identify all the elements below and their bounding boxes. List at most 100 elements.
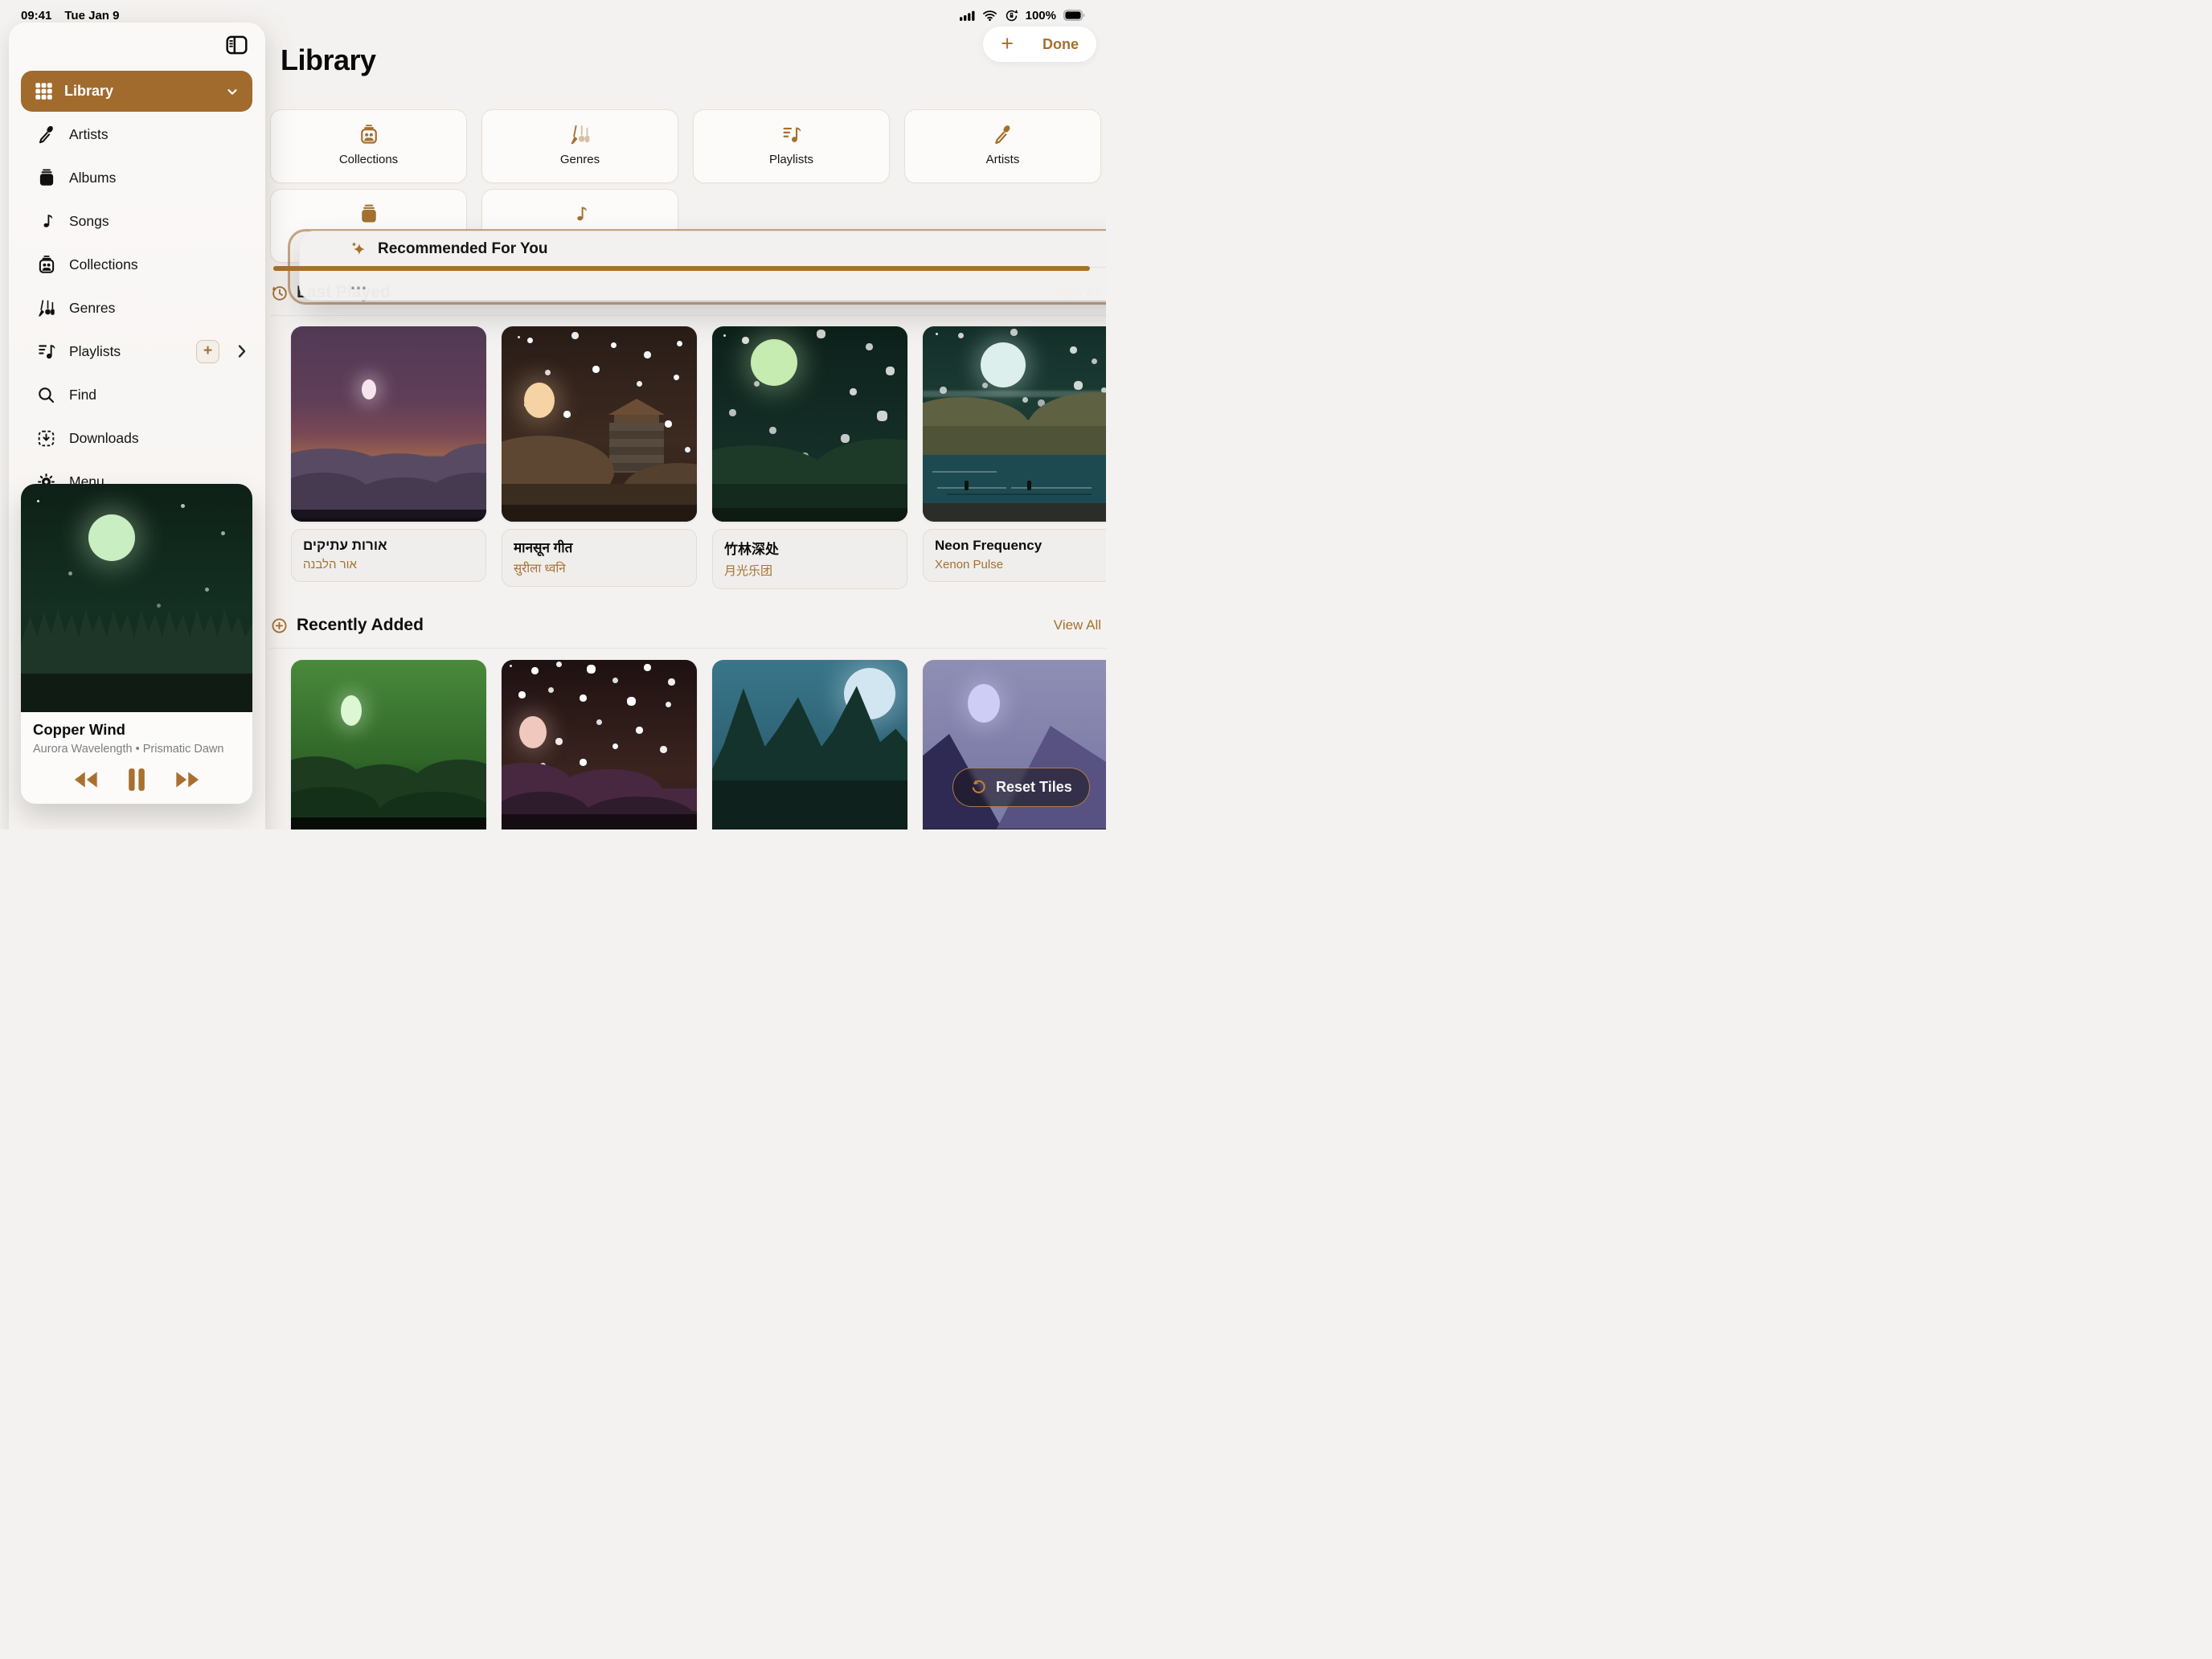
sidebar-item-downloads[interactable]: Downloads [9, 416, 265, 460]
album-art [923, 326, 1106, 522]
status-time: 09:41 [21, 9, 51, 23]
page-title: Library [281, 43, 376, 77]
music-note-icon [570, 202, 591, 226]
album-art [712, 660, 907, 830]
playlist-icon [780, 122, 803, 146]
moon [362, 379, 376, 399]
sidebar-list: Artists Albums Songs Collections Genres … [9, 113, 265, 503]
genres-icon [568, 122, 592, 146]
view-all-recently-added[interactable]: View All [1054, 617, 1101, 633]
now-playing-card[interactable]: Copper Wind Aurora Wavelength • Prismati… [21, 484, 252, 804]
library-dropdown-button[interactable]: Library [21, 71, 252, 112]
tile-genres[interactable]: Genres [481, 109, 678, 183]
sidebar-item-songs[interactable]: Songs [9, 199, 265, 243]
ground [21, 674, 252, 712]
chevron-right-icon[interactable] [236, 344, 248, 358]
genres-icon [35, 297, 57, 319]
album-label: मानसून गीत सुरीला ध्वनि [502, 529, 697, 587]
previous-track-button[interactable] [72, 771, 98, 789]
reset-tiles-button[interactable]: Reset Tiles [952, 768, 1090, 807]
moon [751, 339, 797, 386]
pagoda-roof [604, 399, 669, 415]
moon [524, 383, 555, 418]
water-line [937, 487, 1006, 489]
album-art [291, 660, 486, 830]
chevron-down-icon [225, 84, 240, 99]
sidebar-item-albums[interactable]: Albums [9, 156, 265, 199]
tile-artists[interactable]: Artists [904, 109, 1101, 183]
album-card[interactable]: 竹林深处 月光乐团 [712, 326, 907, 589]
now-playing-art [21, 484, 252, 712]
album-label: Neon Frequency Xenon Pulse [923, 529, 1106, 582]
dragged-tile-title: Recommended For You [378, 240, 548, 258]
music-note-icon [35, 211, 57, 232]
done-button[interactable]: Done [1043, 36, 1079, 53]
reset-label: Reset Tiles [996, 779, 1072, 796]
sidebar-item-genres[interactable]: Genres [9, 286, 265, 330]
album-title: אורות עתיקים [303, 538, 474, 554]
stars [723, 334, 726, 337]
microphone-icon [992, 122, 1014, 146]
album-card[interactable] [291, 660, 486, 830]
sidebar-item-artists[interactable]: Artists [9, 113, 265, 156]
sidebar-toggle-icon[interactable] [226, 35, 248, 55]
section-divider [270, 315, 1106, 316]
tile-collections[interactable]: Collections [270, 109, 467, 183]
sidebar-item-find[interactable]: Find [9, 373, 265, 416]
battery-percent: 100% [1026, 9, 1056, 23]
albums-icon [358, 202, 380, 226]
ellipsis-label: … [300, 268, 1106, 299]
toolbar-pill: + Done [983, 27, 1096, 62]
sidebar-item-label: Find [69, 387, 248, 403]
collections-icon [358, 122, 380, 146]
section-divider [270, 648, 1106, 649]
stars [37, 500, 39, 502]
add-tile-button[interactable]: + [1001, 33, 1014, 55]
sidebar-item-label: Collections [69, 256, 248, 273]
tile-grid-row-1: Collections Genres Playlists Artists [270, 109, 1101, 183]
microphone-icon [35, 124, 57, 145]
grid-icon [34, 81, 54, 101]
stars [510, 665, 512, 667]
sidebar-item-playlists[interactable]: Playlists + [9, 330, 265, 373]
ground [923, 503, 1106, 522]
tile-label: Playlists [769, 153, 813, 166]
albums-icon [35, 167, 57, 189]
ground [923, 829, 1106, 830]
ground [291, 518, 486, 522]
next-track-button[interactable] [175, 771, 201, 789]
ground [291, 817, 486, 830]
orientation-lock-icon [1005, 9, 1018, 23]
album-artist: אור הלבנה [303, 558, 474, 571]
album-art [502, 326, 697, 522]
album-card[interactable]: Neon Frequency Xenon Pulse [923, 326, 1106, 589]
album-label: אורות עתיקים אור הלבנה [291, 529, 486, 582]
water-line [932, 471, 997, 473]
figure [965, 481, 969, 490]
album-card[interactable] [502, 660, 697, 830]
plus-circle-icon [270, 616, 289, 635]
downloads-icon [35, 428, 57, 449]
playlist-icon [35, 341, 57, 363]
album-card[interactable]: אורות עתיקים אור הלבנה [291, 326, 486, 589]
ground [502, 814, 697, 830]
add-playlist-button[interactable]: + [196, 340, 219, 363]
album-card[interactable] [712, 660, 907, 830]
reset-icon [970, 779, 987, 796]
tile-playlists[interactable]: Playlists [693, 109, 890, 183]
clock-history-icon [270, 284, 289, 302]
pause-button[interactable] [127, 768, 146, 792]
sidebar-item-label: Albums [69, 170, 248, 186]
album-artist: सुरीला ध्वनि [514, 560, 685, 576]
sidebar-item-label: Downloads [69, 430, 248, 447]
now-playing-title: Copper Wind [33, 721, 240, 739]
moon [341, 695, 362, 726]
ground [712, 780, 907, 830]
sidebar: Library Artists Albums Songs Collections [9, 23, 265, 830]
battery-icon [1063, 10, 1085, 21]
collections-icon [35, 254, 57, 276]
album-title: Neon Frequency [935, 538, 1106, 554]
sidebar-item-collections[interactable]: Collections [9, 243, 265, 286]
sidebar-item-label: Songs [69, 213, 248, 230]
album-card[interactable]: मानसून गीत सुरीला ध्वनि [502, 326, 697, 589]
